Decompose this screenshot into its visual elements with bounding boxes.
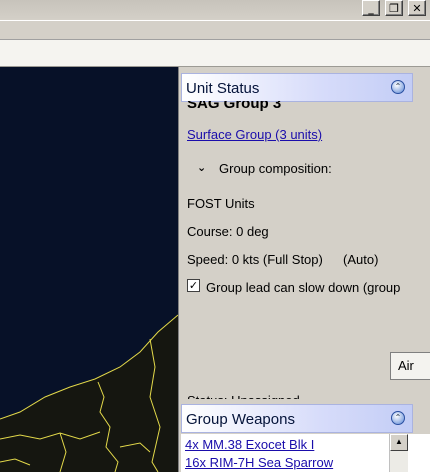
unit-status-title: Unit Status — [186, 80, 260, 97]
toolbar — [0, 40, 430, 67]
surface-group-link[interactable]: Surface Group (3 units) — [187, 127, 322, 142]
collapse-up-icon[interactable]: ⌃ — [391, 411, 405, 425]
close-button[interactable]: ✕ — [408, 0, 426, 16]
group-composition-label[interactable]: Group composition: — [219, 161, 332, 176]
weapon-item[interactable]: 4x MM.38 Exocet Blk I — [185, 437, 314, 452]
menu-bar — [0, 21, 430, 40]
unit-status-panel: Unit Status ⌃ SAG Group 3 Surface Group … — [178, 67, 430, 472]
course-text: Course: 0 deg — [187, 224, 269, 239]
coastline-map — [0, 314, 178, 472]
map-view[interactable] — [0, 67, 178, 472]
collapse-up-icon[interactable]: ⌃ — [391, 80, 405, 94]
chevron-down-icon[interactable]: ⌄ — [197, 161, 206, 174]
speed-mode-text: (Auto) — [343, 252, 379, 267]
title-bar: _ ❐ ✕ — [0, 0, 430, 21]
group-weapons-header[interactable]: Group Weapons ⌃ — [181, 404, 413, 433]
air-button[interactable]: Air — [390, 352, 430, 380]
weapons-scrollbar[interactable]: ▲ — [389, 434, 408, 472]
minimize-button[interactable]: _ — [362, 0, 380, 16]
speed-text: Speed: 0 kts (Full Stop) — [187, 252, 323, 267]
scroll-up-arrow-icon[interactable]: ▲ — [390, 434, 408, 451]
group-lead-checkbox[interactable]: ✓ — [187, 279, 200, 292]
weapon-item[interactable]: 16x RIM-7H Sea Sparrow — [185, 455, 333, 470]
fost-units-label: FOST Units — [187, 196, 255, 211]
group-lead-label[interactable]: Group lead can slow down (group — [206, 280, 400, 295]
maximize-button[interactable]: ❐ — [385, 0, 403, 16]
unit-status-header[interactable]: Unit Status ⌃ — [181, 73, 413, 102]
group-weapons-title: Group Weapons — [186, 411, 295, 428]
